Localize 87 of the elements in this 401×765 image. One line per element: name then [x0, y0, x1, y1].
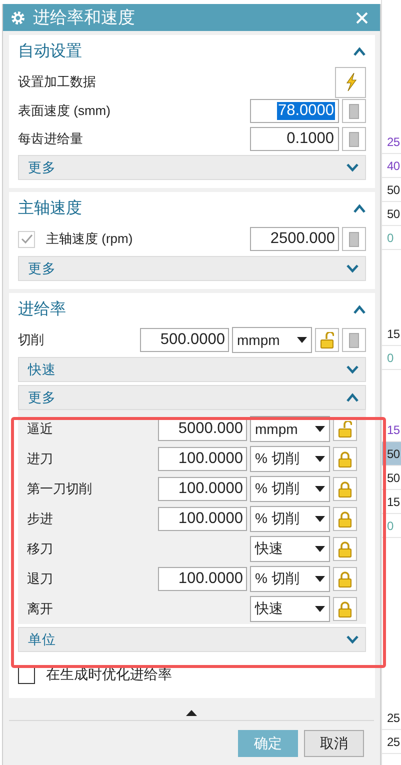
chevron-down-icon [346, 264, 359, 273]
sheet-cell-text: 50 [387, 182, 400, 196]
group-bar[interactable]: 更多 [18, 385, 366, 410]
sheet-cell-text: 25 [387, 734, 400, 748]
chevron-down-icon [346, 365, 359, 374]
caret-icon [315, 546, 325, 552]
lock-button[interactable] [315, 328, 339, 352]
row-label: 移刀 [27, 540, 54, 558]
unit-dropdown[interactable]: % 切削 [250, 446, 330, 472]
caret-icon [315, 426, 325, 432]
caret-icon [315, 576, 325, 582]
field-value: 0.1000 [286, 130, 335, 148]
lock-button[interactable] [333, 597, 357, 621]
caret-icon [315, 516, 325, 522]
triangle-up-icon [186, 710, 197, 716]
sheet-cell-text: 25 [387, 710, 400, 724]
chevron-up-icon [346, 393, 359, 402]
field-value: 78.0000 [276, 102, 335, 120]
unit-dropdown[interactable]: mmpm [232, 327, 312, 353]
document-icon [349, 104, 359, 118]
window-title: 进给率和速度 [33, 7, 136, 29]
unit-dropdown[interactable]: % 切削 [250, 566, 330, 592]
number-field[interactable]: 100.0000 [158, 477, 247, 501]
document-icon [349, 232, 359, 246]
unit-dropdown[interactable]: 快速 [250, 536, 330, 562]
number-field[interactable]: 100.0000 [158, 447, 247, 471]
sheet-cell-text: 15 [387, 494, 400, 508]
chevron-up-icon [353, 46, 366, 56]
document-icon [349, 132, 359, 146]
sheet-cell-text: 50 [387, 206, 400, 220]
close-icon [356, 12, 368, 24]
collapse-button[interactable] [186, 710, 197, 716]
row-label: 每齿进给量 [18, 130, 84, 148]
set-data-button[interactable] [335, 66, 366, 98]
unit-dropdown[interactable]: % 切削 [250, 506, 330, 532]
cancel-button[interactable]: 取消 [304, 730, 364, 757]
lightning-icon [344, 73, 356, 91]
group-bar[interactable]: 更多 [18, 155, 366, 180]
caret-icon [315, 456, 325, 462]
group-bar[interactable]: 快速 [18, 357, 366, 382]
section-title: 自动设置 [18, 42, 82, 62]
row-label: 进刀 [27, 450, 54, 468]
lock-button[interactable] [333, 537, 357, 561]
check-icon [20, 234, 32, 244]
unit-dropdown[interactable]: 快速 [250, 596, 330, 622]
sheet-cell-text: 0 [387, 518, 394, 532]
chevron-down-icon [346, 635, 359, 644]
caret-icon [297, 337, 307, 343]
row-label: 第一刀切削 [27, 480, 93, 498]
chevron-up-icon [353, 204, 366, 212]
sheet-cell-text: 15 [387, 422, 400, 436]
checkbox-label: 在生成时优化进给率 [46, 666, 173, 684]
row-label: 切削 [18, 331, 45, 349]
row-label: 逼近 [27, 420, 54, 438]
gear-icon [11, 10, 25, 24]
caret-icon [315, 606, 325, 612]
row-label: 退刀 [27, 570, 54, 588]
sheet-cell-text: 0 [387, 350, 394, 364]
section-title: 主轴速度 [18, 198, 82, 218]
row-label: 离开 [27, 600, 54, 618]
group-bar[interactable]: 单位 [18, 627, 366, 652]
unit-dropdown[interactable]: % 切削 [250, 476, 330, 502]
number-field[interactable]: 78.0000 [250, 99, 339, 123]
document-icon [349, 332, 359, 348]
section-title: 进给率 [18, 300, 66, 320]
row-label: 步进 [27, 510, 54, 528]
sheet-cell-text: 25 [387, 134, 400, 148]
row-label: 表面速度 (smm) [18, 102, 112, 120]
lock-button[interactable] [333, 447, 357, 471]
lock-button[interactable] [333, 507, 357, 531]
row-label: 主轴速度 (rpm) [46, 230, 134, 248]
lock-button[interactable] [333, 567, 357, 591]
number-field[interactable]: 100.0000 [158, 567, 247, 591]
number-field[interactable]: 100.0000 [158, 507, 247, 531]
chevron-up-icon [353, 304, 366, 314]
sheet-cell-text: 40 [387, 158, 400, 172]
number-field[interactable]: 0.1000 [250, 127, 339, 151]
sheet-cell-text: 50 [387, 470, 400, 484]
sheet-cell-text: 0 [387, 230, 394, 244]
group-bar[interactable]: 更多 [18, 256, 366, 281]
chevron-down-icon [346, 163, 359, 172]
sheet-cell-text: 50 [387, 446, 400, 460]
number-field[interactable]: 500.0000 [140, 328, 229, 352]
caret-icon [315, 486, 325, 492]
row-label: 设置加工数据 [18, 73, 97, 91]
sheet-cell-text: 15 [387, 326, 400, 340]
lock-button[interactable] [333, 477, 357, 501]
